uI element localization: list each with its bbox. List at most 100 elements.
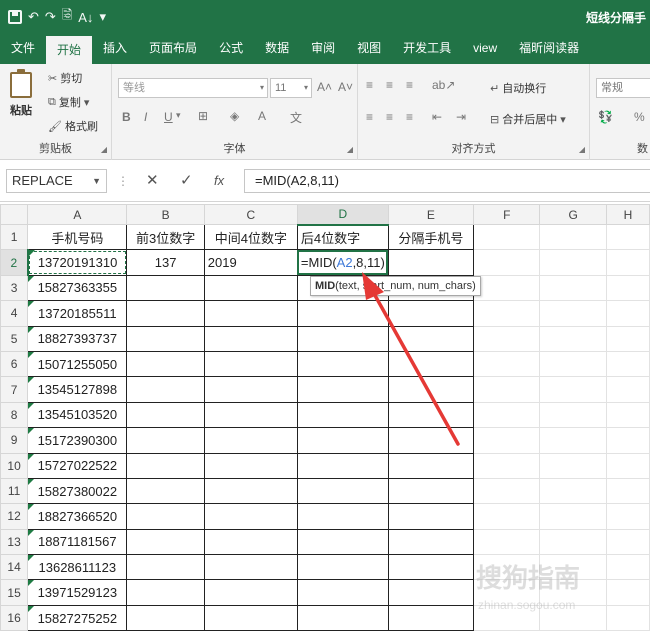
- currency-icon[interactable]: 💱: [598, 110, 613, 124]
- row-header[interactable]: 9: [0, 427, 29, 454]
- sort-icon[interactable]: A↓: [78, 10, 93, 25]
- cell-g[interactable]: [539, 325, 607, 352]
- cell-a[interactable]: 18827366520: [27, 503, 128, 530]
- cell-c[interactable]: [203, 477, 298, 505]
- cell-h[interactable]: [606, 503, 650, 530]
- cell-b[interactable]: [126, 376, 205, 403]
- tab-formulas[interactable]: 公式: [208, 34, 254, 64]
- cell-f[interactable]: [473, 376, 541, 403]
- tab-home[interactable]: 开始: [46, 36, 93, 64]
- cell-d[interactable]: [296, 579, 389, 606]
- cell-d[interactable]: [296, 452, 389, 479]
- cell-b[interactable]: [126, 528, 205, 556]
- copy-button[interactable]: ⧉ 复制 ▾: [48, 94, 89, 110]
- cell-e[interactable]: [387, 528, 475, 556]
- cell-b[interactable]: [126, 604, 205, 632]
- cell-f1[interactable]: [473, 223, 541, 251]
- cell-h[interactable]: [606, 350, 650, 378]
- percent-button[interactable]: %: [634, 110, 645, 124]
- dialog-launcher-icon[interactable]: ◢: [101, 145, 107, 154]
- cell-f[interactable]: [473, 300, 541, 327]
- cell-h2[interactable]: [606, 249, 650, 276]
- cell-b[interactable]: [126, 452, 205, 479]
- cell-g[interactable]: [539, 274, 607, 302]
- row-header[interactable]: 10: [0, 452, 29, 479]
- cell-b[interactable]: [126, 300, 205, 327]
- column-header-e[interactable]: E: [387, 204, 475, 225]
- row-header[interactable]: 11: [0, 477, 29, 505]
- cell-a[interactable]: 13971529123: [27, 579, 128, 606]
- redo-icon[interactable]: ↷: [45, 9, 56, 25]
- customize-qat-icon[interactable]: ▾: [99, 9, 106, 25]
- cell-g[interactable]: [539, 528, 607, 556]
- cell-f[interactable]: [473, 350, 541, 378]
- cell-e2[interactable]: [387, 249, 475, 276]
- cell-e[interactable]: [387, 325, 475, 352]
- cell-f[interactable]: [473, 452, 541, 479]
- cell-d[interactable]: [296, 325, 389, 352]
- wrap-text-button[interactable]: ↵ 自动换行: [490, 80, 546, 96]
- cell-d[interactable]: [296, 554, 389, 581]
- cell-d1[interactable]: 后4位数字: [296, 223, 389, 251]
- bold-button[interactable]: B: [122, 110, 131, 124]
- cell-a[interactable]: 18871181567: [27, 528, 128, 556]
- cell-d[interactable]: [296, 401, 389, 429]
- insert-function-icon[interactable]: fx: [214, 173, 224, 188]
- align-center-icon[interactable]: ≡: [386, 110, 393, 124]
- cell-f2[interactable]: [473, 249, 541, 276]
- row-header[interactable]: 6: [0, 350, 29, 378]
- cell-c[interactable]: [203, 604, 298, 632]
- cell-d[interactable]: [296, 604, 389, 632]
- cell-a[interactable]: 15172390300: [27, 427, 128, 454]
- name-box[interactable]: REPLACE ▼: [6, 169, 107, 193]
- cell-a[interactable]: 13545127898: [27, 376, 128, 403]
- cell-b[interactable]: [126, 274, 205, 302]
- cell-a1[interactable]: 手机号码: [27, 223, 128, 251]
- cell-a[interactable]: 15827275252: [27, 604, 128, 632]
- cell-f[interactable]: [473, 427, 541, 454]
- font-color-icon[interactable]: A: [258, 109, 266, 123]
- cell-g2[interactable]: [539, 249, 607, 276]
- cell-e[interactable]: [387, 452, 475, 479]
- cell-h[interactable]: [606, 274, 650, 302]
- align-left-icon[interactable]: ≡: [366, 110, 373, 124]
- row-header[interactable]: 7: [0, 376, 29, 403]
- cell-e[interactable]: [387, 579, 475, 606]
- cell-b1[interactable]: 前3位数字: [126, 223, 205, 251]
- cell-e[interactable]: [387, 350, 475, 378]
- row-header[interactable]: 12: [0, 503, 29, 530]
- tab-data[interactable]: 数据: [254, 34, 300, 64]
- cell-h[interactable]: [606, 579, 650, 606]
- dialog-launcher-icon[interactable]: ◢: [347, 145, 353, 154]
- cell-g[interactable]: [539, 300, 607, 327]
- cell-a[interactable]: 15827380022: [27, 477, 128, 505]
- tab-foxit-reader[interactable]: 福昕阅读器: [508, 34, 590, 64]
- phonetic-icon[interactable]: 文: [290, 109, 302, 126]
- cell-c2[interactable]: 2019: [203, 249, 298, 276]
- cell-g[interactable]: [539, 401, 607, 429]
- cell-f[interactable]: [473, 325, 541, 352]
- column-header-g[interactable]: G: [539, 204, 607, 225]
- tab-file[interactable]: 文件: [0, 34, 46, 64]
- underline-button[interactable]: U: [164, 110, 173, 124]
- cell-h1[interactable]: [606, 223, 650, 251]
- cell-h[interactable]: [606, 604, 650, 632]
- cell-g[interactable]: [539, 503, 607, 530]
- cell-e[interactable]: [387, 376, 475, 403]
- shrink-font-icon[interactable]: A˅: [338, 80, 353, 94]
- cell-b2[interactable]: 137: [126, 249, 205, 276]
- cell-a[interactable]: 15727022522: [27, 452, 128, 479]
- cell-h[interactable]: [606, 300, 650, 327]
- cell-c[interactable]: [203, 554, 298, 581]
- cell-g[interactable]: [539, 452, 607, 479]
- cell-c[interactable]: [203, 274, 298, 302]
- cell-e[interactable]: [387, 503, 475, 530]
- font-size-select[interactable]: 11 ▾: [270, 78, 312, 98]
- cell-b[interactable]: [126, 325, 205, 352]
- font-name-select[interactable]: 等线 ▾: [118, 78, 268, 98]
- cell-c[interactable]: [203, 427, 298, 454]
- fill-color-icon[interactable]: ◈: [230, 109, 239, 123]
- cell-b[interactable]: [126, 427, 205, 454]
- grow-font-icon[interactable]: A˄: [317, 80, 332, 94]
- tab-page-layout[interactable]: 页面布局: [138, 34, 208, 64]
